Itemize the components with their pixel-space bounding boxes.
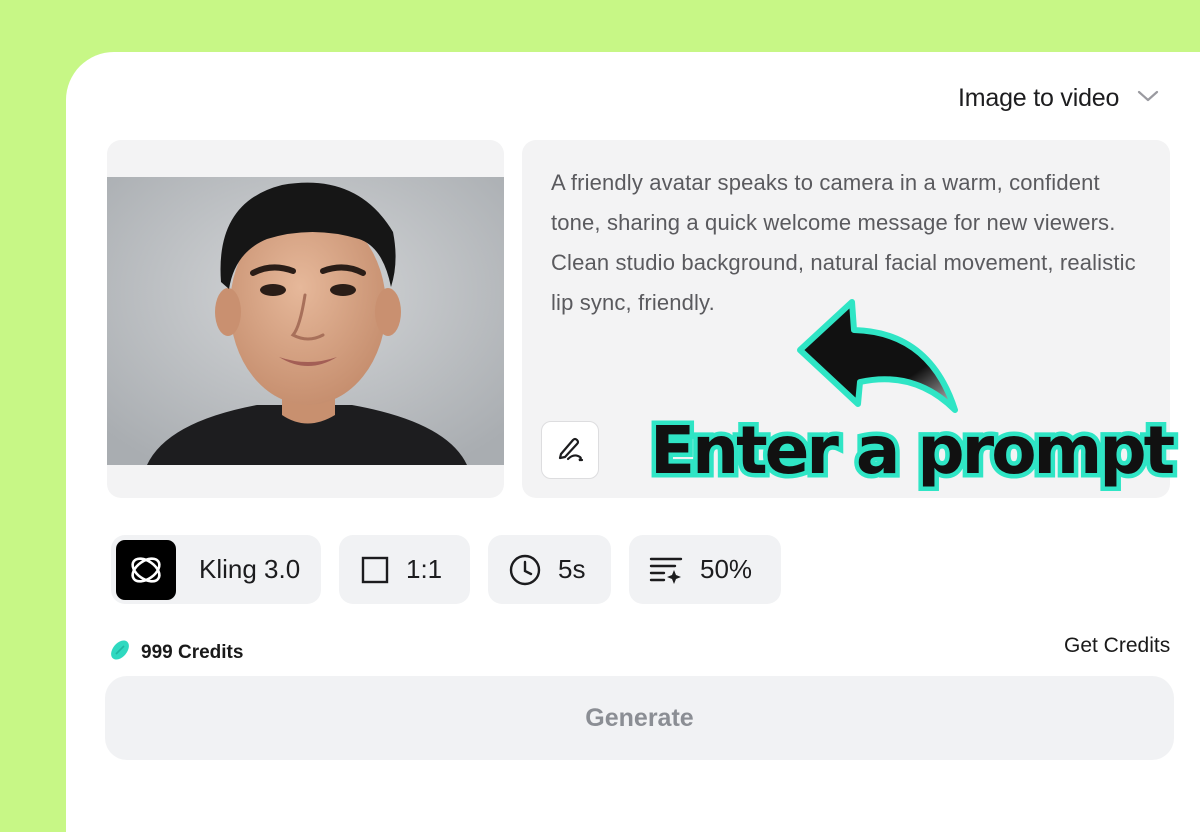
duration-selector[interactable]: 5s — [488, 535, 611, 604]
model-label: Kling 3.0 — [199, 554, 301, 584]
strength-selector[interactable]: 50% — [629, 535, 781, 604]
mode-dropdown[interactable]: Image to video — [958, 82, 1159, 114]
edit-prompt-icon — [554, 432, 586, 469]
credits-label: 999 Credits — [141, 641, 244, 663]
credits-balance: 999 Credits — [108, 638, 243, 667]
credits-bean-icon — [108, 638, 132, 667]
enter-prompt-callout: Enter a prompt — [645, 408, 1179, 494]
aspect-ratio-selector[interactable]: 1:1 — [339, 535, 470, 604]
sparkle-list-icon — [648, 553, 684, 587]
image-upload-card[interactable] — [107, 140, 504, 498]
generate-button[interactable]: Generate — [105, 676, 1174, 760]
kling-logo-icon — [116, 539, 176, 600]
square-icon — [360, 555, 390, 585]
mode-dropdown-label: Image to video — [958, 83, 1120, 112]
aspect-ratio-label: 1:1 — [406, 554, 443, 584]
get-credits-link[interactable]: Get Credits — [1064, 634, 1170, 658]
curved-arrow-icon — [797, 299, 958, 413]
strength-label: 50% — [700, 554, 753, 584]
clock-icon — [508, 553, 542, 587]
uploaded-portrait-image — [107, 177, 504, 465]
model-selector[interactable]: Kling 3.0 — [111, 535, 321, 604]
chevron-down-icon — [1137, 89, 1159, 108]
duration-label: 5s — [558, 554, 586, 584]
edit-prompt-button[interactable] — [541, 421, 599, 479]
